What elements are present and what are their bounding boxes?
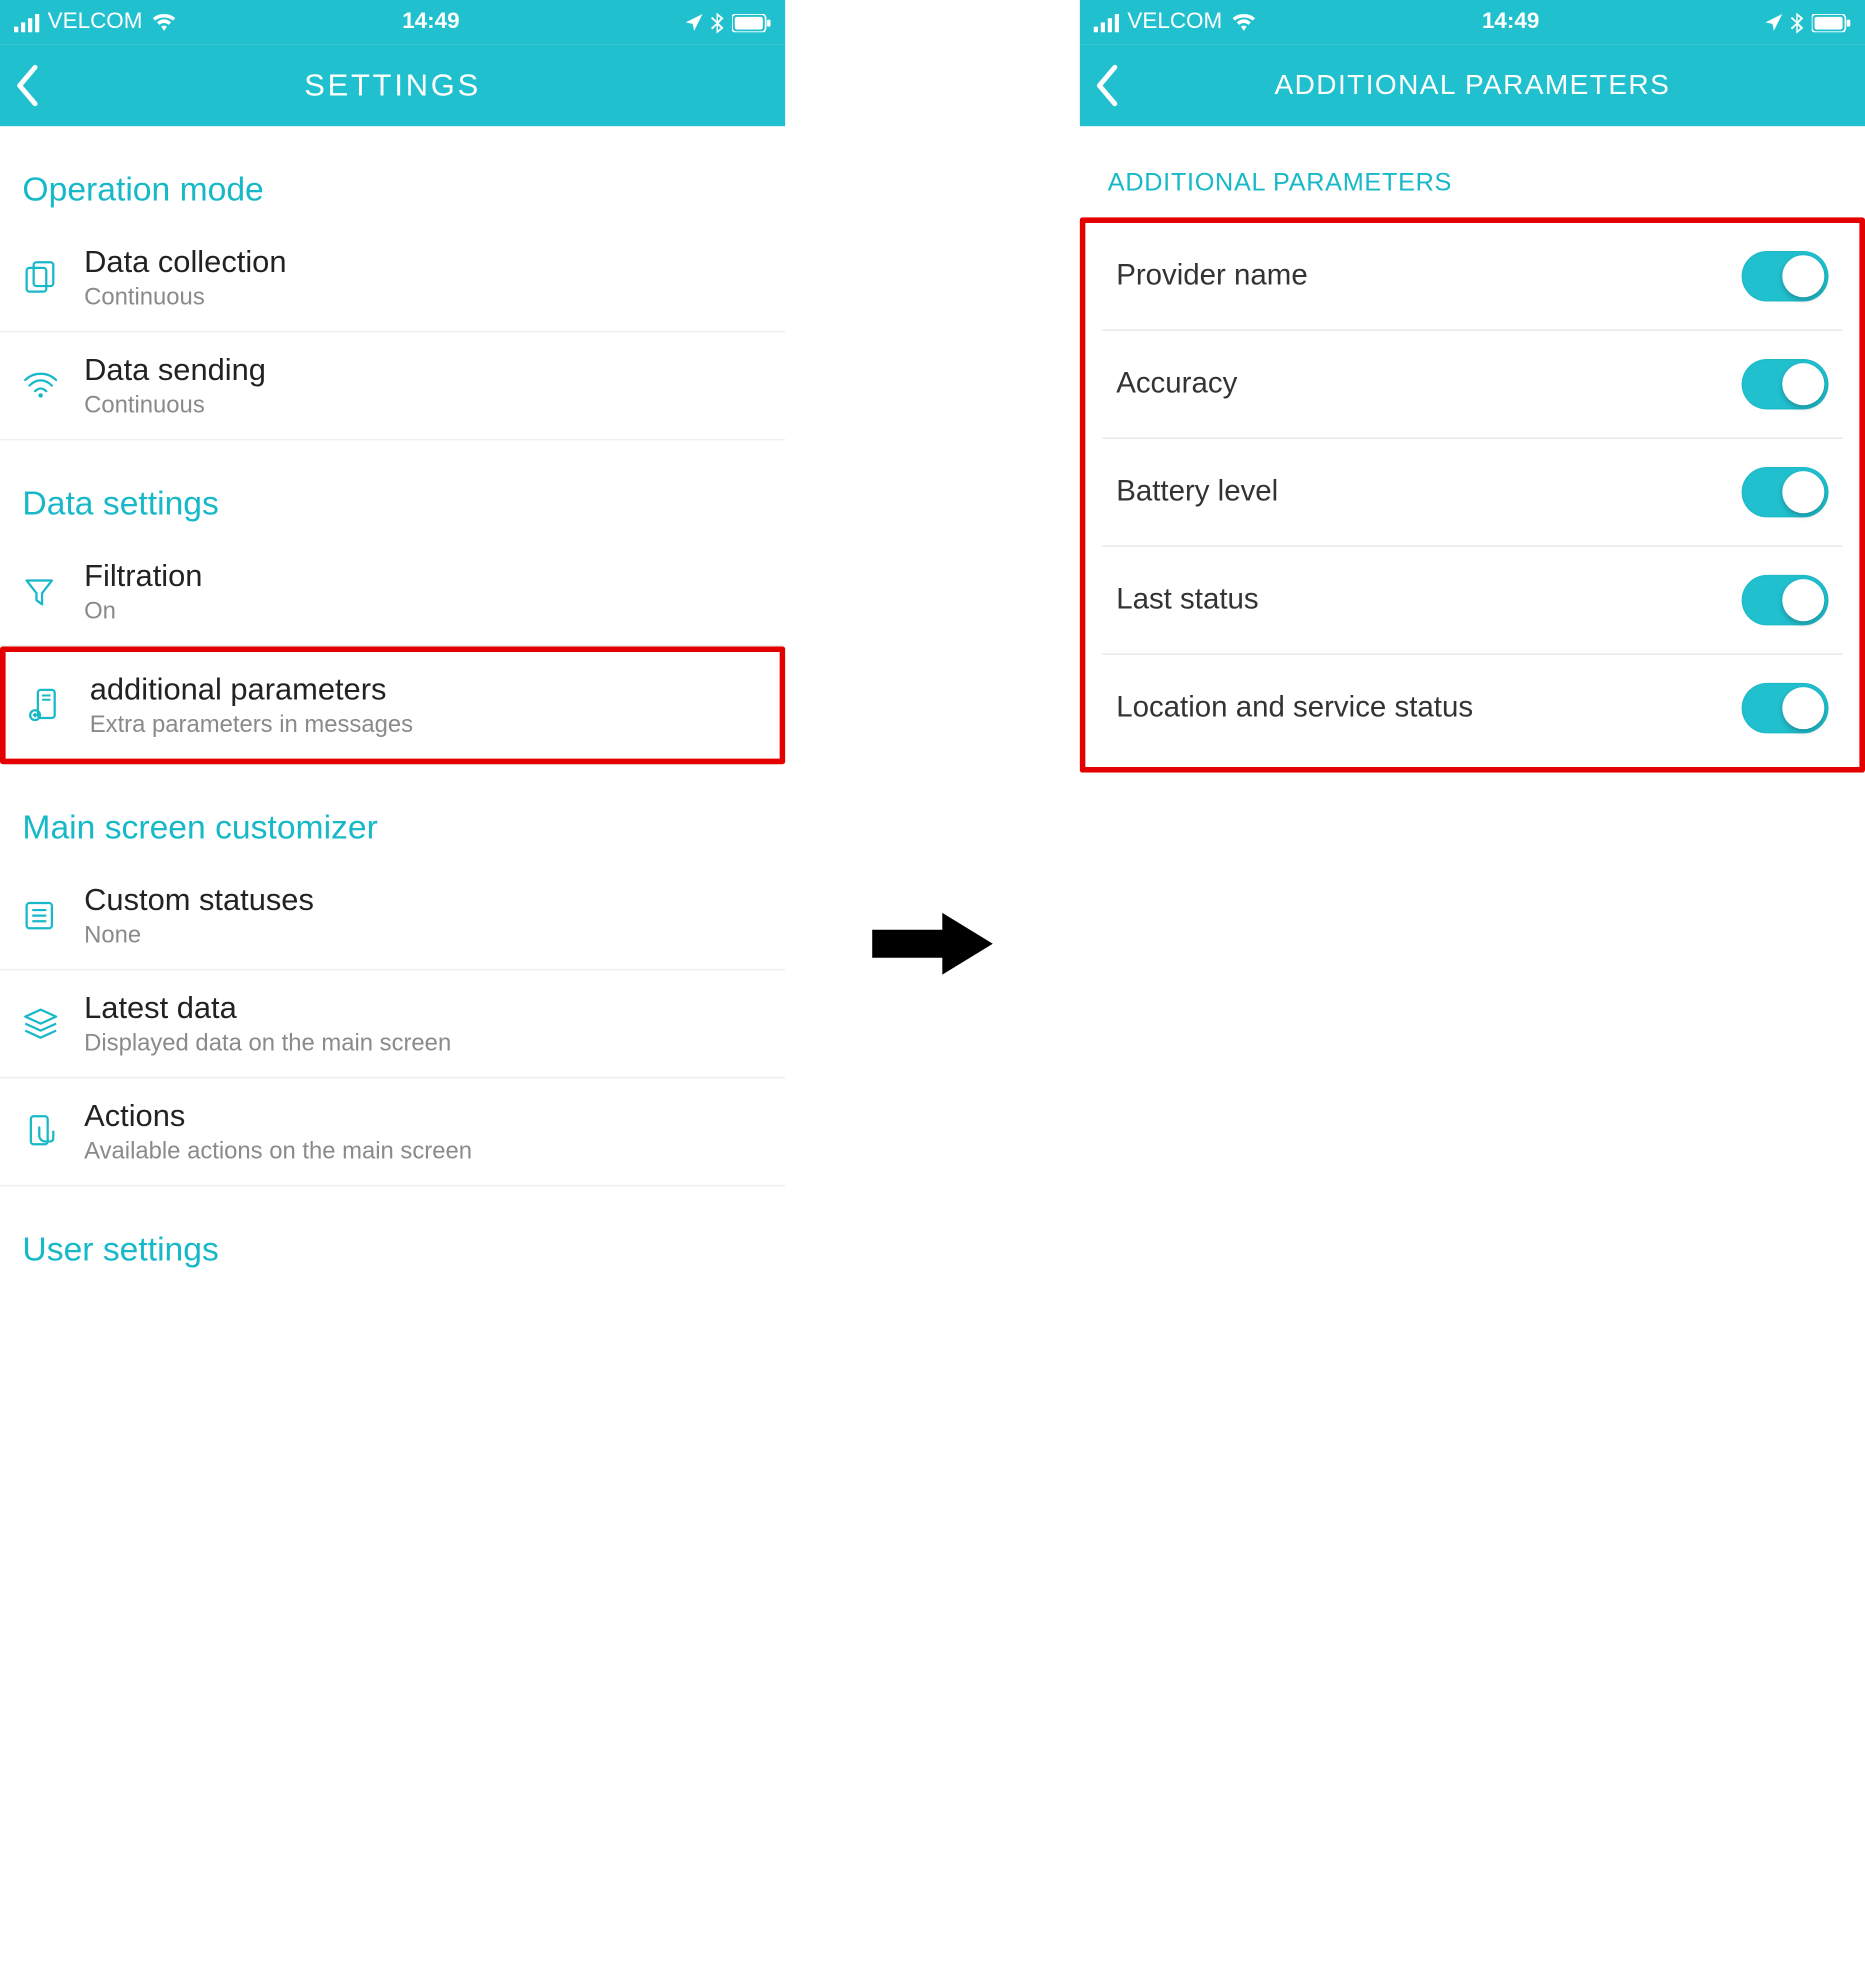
row-battery-level[interactable]: Battery level — [1102, 439, 1842, 547]
arrow-icon — [869, 904, 995, 983]
settings-screen: VELCOM 14:49 SETTI — [0, 0, 785, 1270]
row-filtration[interactable]: Filtration On — [0, 538, 785, 646]
copy-icon — [22, 259, 58, 295]
toggle-battery-level[interactable] — [1742, 467, 1829, 517]
toggle-accuracy[interactable] — [1742, 359, 1829, 409]
param-label: Battery level — [1116, 475, 1278, 509]
row-provider-name[interactable]: Provider name — [1102, 223, 1842, 331]
toggle-location-service-status[interactable] — [1742, 683, 1829, 733]
battery-icon — [732, 13, 771, 31]
param-label: Provider name — [1116, 259, 1307, 293]
row-title: Custom statuses — [84, 882, 763, 918]
row-subtitle: Continuous — [84, 391, 763, 419]
row-subtitle: None — [84, 921, 763, 949]
status-bar: VELCOM 14:49 — [1080, 0, 1865, 45]
row-subtitle: Displayed data on the main screen — [84, 1029, 763, 1057]
row-subtitle: On — [84, 597, 763, 625]
section-operation-mode: Operation mode — [0, 126, 785, 224]
section-data-settings: Data settings — [0, 440, 785, 538]
carrier-label: VELCOM — [1127, 10, 1222, 35]
row-data-collection[interactable]: Data collection Continuous — [0, 224, 785, 332]
page-title: ADDITIONAL PARAMETERS — [1080, 69, 1865, 101]
row-last-status[interactable]: Last status — [1102, 547, 1842, 655]
signal-icon — [1094, 13, 1119, 33]
back-button[interactable] — [14, 65, 39, 107]
status-bar: VELCOM 14:49 — [0, 0, 785, 45]
back-button[interactable] — [1094, 65, 1119, 107]
page-title: SETTINGS — [0, 67, 785, 103]
signal-icon — [14, 13, 39, 33]
funnel-icon — [22, 575, 56, 609]
row-title: Actions — [84, 1098, 763, 1134]
battery-icon — [1812, 13, 1851, 31]
row-subtitle: Extra parameters in messages — [90, 711, 757, 739]
wifi-icon — [1231, 13, 1256, 33]
toggle-last-status[interactable] — [1742, 575, 1829, 625]
layers-icon — [22, 1007, 58, 1041]
highlight-parameter-list: Provider name Accuracy Battery level Las… — [1080, 217, 1865, 772]
list-icon — [22, 899, 56, 933]
wifi-icon — [151, 13, 176, 33]
row-actions[interactable]: Actions Available actions on the main sc… — [0, 1078, 785, 1186]
row-title: Data collection — [84, 244, 763, 280]
clock-label: 14:49 — [402, 10, 459, 35]
row-data-sending[interactable]: Data sending Continuous — [0, 332, 785, 440]
row-title: Filtration — [84, 558, 763, 594]
wifi-icon — [22, 372, 58, 400]
bluetooth-icon — [1791, 12, 1804, 33]
param-label: Last status — [1116, 583, 1258, 617]
row-subtitle: Available actions on the main screen — [84, 1137, 763, 1165]
nav-bar: ADDITIONAL PARAMETERS — [1080, 45, 1865, 126]
row-latest-data[interactable]: Latest data Displayed data on the main s… — [0, 970, 785, 1078]
section-user-settings: User settings — [0, 1186, 785, 1270]
location-icon — [686, 14, 703, 31]
toggle-provider-name[interactable] — [1742, 251, 1829, 301]
row-title: Latest data — [84, 990, 763, 1026]
row-additional-parameters[interactable]: additional parameters Extra parameters i… — [6, 652, 780, 759]
location-icon — [1765, 14, 1782, 31]
bluetooth-icon — [711, 12, 724, 33]
param-label: Location and service status — [1116, 691, 1473, 725]
row-title: additional parameters — [90, 672, 757, 708]
row-location-service-status[interactable]: Location and service status — [1102, 655, 1842, 762]
row-accuracy[interactable]: Accuracy — [1102, 331, 1842, 439]
row-subtitle: Continuous — [84, 283, 763, 311]
row-title: Data sending — [84, 352, 763, 388]
highlight-additional-parameters: additional parameters Extra parameters i… — [0, 646, 785, 764]
clock-label: 14:49 — [1482, 10, 1539, 35]
param-label: Accuracy — [1116, 367, 1237, 401]
section-additional-parameters: ADDITIONAL PARAMETERS — [1080, 126, 1865, 217]
touch-icon — [22, 1113, 58, 1149]
additional-parameters-screen: VELCOM 14:49 ADDIT — [1080, 0, 1865, 773]
carrier-label: VELCOM — [48, 10, 143, 35]
section-main-screen: Main screen customizer — [0, 764, 785, 862]
device-icon — [28, 687, 64, 723]
nav-bar: SETTINGS — [0, 45, 785, 126]
row-custom-statuses[interactable]: Custom statuses None — [0, 862, 785, 970]
